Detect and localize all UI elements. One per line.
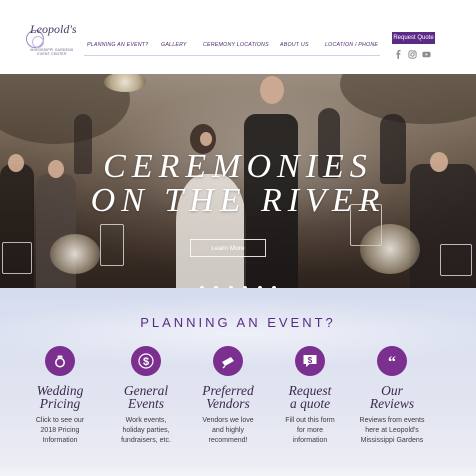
card-desc-line: information	[292, 437, 328, 444]
hero-flowers	[360, 224, 420, 274]
svg-text:$: $	[143, 356, 149, 368]
card-title-line: Pricing	[39, 396, 81, 411]
logo-mark-inner	[32, 36, 44, 48]
card-title-line: a quote	[289, 396, 331, 411]
card-desc-line: Work events,	[125, 417, 167, 424]
card-desc-line: Vendors we love	[202, 417, 254, 424]
nav-gallery[interactable]: GALLERY	[161, 42, 187, 48]
quote-dollar-icon[interactable]: $	[295, 346, 325, 376]
card-desc-line: and highly	[212, 427, 244, 434]
instagram-icon[interactable]	[408, 50, 417, 59]
logo-text[interactable]: Leopold's	[30, 22, 77, 37]
card-description: Vendors we love and highly recommend!	[186, 416, 270, 446]
card-desc-line: Fill out this form	[285, 417, 335, 424]
card-title[interactable]: Our Reviews	[350, 384, 434, 411]
card-general-events[interactable]: $ General Events Work events, holiday part…	[104, 346, 188, 466]
facebook-icon[interactable]	[394, 50, 403, 59]
card-desc-line: Reviews from events	[359, 417, 425, 424]
card-title[interactable]: Wedding Pricing	[18, 384, 102, 411]
card-desc-line: Information	[42, 437, 78, 444]
youtube-icon[interactable]	[422, 50, 431, 59]
card-desc-line: Mississippi Gardens	[360, 437, 424, 444]
card-title-line: Events	[128, 396, 164, 411]
card-preferred-vendors[interactable]: Preferred Vendors Vendors we love and high…	[186, 346, 270, 466]
hero-title-line2: ON THE RIVER	[90, 182, 386, 219]
hero-chair	[440, 244, 472, 276]
nav-about-us[interactable]: ABOUT US	[280, 42, 309, 48]
bottom-strip	[0, 466, 476, 476]
request-quote-button[interactable]: Request Quote	[392, 32, 435, 44]
card-title[interactable]: Request a quote	[268, 384, 352, 411]
card-title-line: Vendors	[206, 396, 250, 411]
nav-ceremony-locations[interactable]: CEREMONY LOCATIONS	[203, 42, 269, 48]
card-wedding-pricing[interactable]: Wedding Pricing Click to see our 2018 Pric…	[18, 346, 102, 466]
card-desc-line: here at Leopold's	[365, 427, 419, 434]
logo-subtitle: MISSISSIPPI GARDENS EVENT CENTER	[30, 48, 74, 56]
slider-dots	[0, 277, 476, 290]
card-desc-line: recommend!	[208, 437, 248, 444]
hero-groom-face	[260, 76, 284, 104]
card-title[interactable]: Preferred Vendors	[186, 384, 270, 411]
dollar-icon[interactable]: $	[131, 346, 161, 376]
hero-chair	[2, 242, 32, 274]
card-description: Fill out this form for more information	[268, 416, 352, 446]
hero-title-line1: CEREMONIES	[103, 148, 373, 185]
quote-marks-icon[interactable]: “	[377, 346, 407, 376]
card-desc-line: holiday parties,	[122, 427, 170, 434]
pointer-icon[interactable]	[213, 346, 243, 376]
card-title[interactable]: General Events	[104, 384, 188, 411]
card-desc-line: 2018 Pricing	[40, 427, 80, 434]
card-desc-line: fundraisers, etc.	[121, 437, 171, 444]
card-desc-line: Click to see our	[35, 417, 85, 424]
svg-text:“: “	[388, 354, 396, 369]
hero-flowers	[50, 234, 100, 274]
ring-icon[interactable]	[45, 346, 75, 376]
learn-more-button[interactable]: Learn More	[190, 239, 266, 257]
nav-divider	[84, 55, 380, 56]
card-description: Click to see our 2018 Pricing Information	[18, 416, 102, 446]
nav-planning-an-event[interactable]: PLANNING AN EVENT?	[87, 42, 148, 48]
nav-location-phone[interactable]: LOCATION / PHONE	[325, 42, 378, 48]
hero-bride-face	[200, 132, 212, 146]
card-desc-line: for more	[296, 427, 324, 434]
svg-text:$: $	[308, 356, 313, 365]
card-description: Work events, holiday parties, fundraisers,…	[104, 416, 188, 446]
card-description: Reviews from events here at Leopold's Miss…	[350, 416, 434, 446]
hero-chair	[100, 224, 124, 266]
planning-title: PLANNING AN EVENT?	[140, 315, 336, 330]
card-our-reviews[interactable]: “ Our Reviews Reviews from events here at …	[350, 346, 434, 466]
card-title-line: Reviews	[369, 396, 415, 411]
card-request-quote[interactable]: $ Request a quote Fill out this form for m…	[268, 346, 352, 466]
page: Leopold's MISSISSIPPI GARDENS EVENT CENT…	[0, 0, 476, 476]
